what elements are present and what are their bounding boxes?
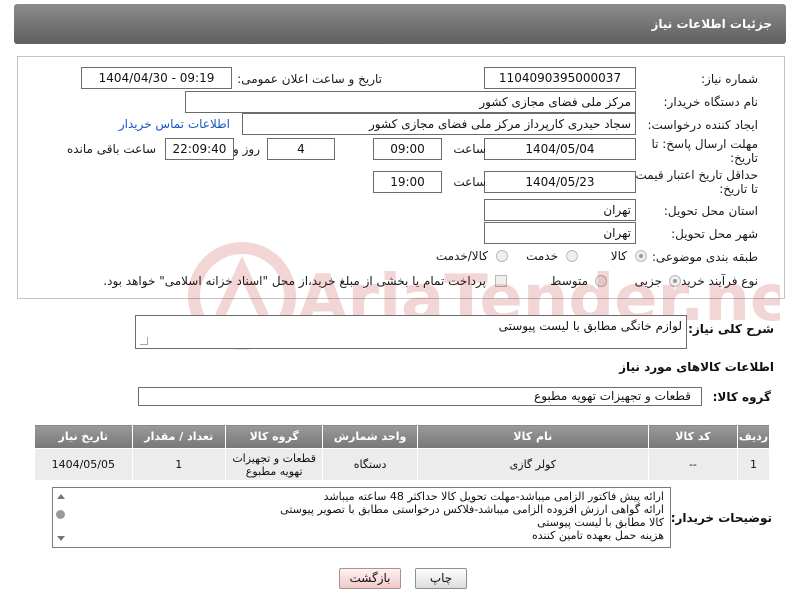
announce-date-label: تاریخ و ساعت اعلان عمومی:: [237, 72, 382, 86]
goods-table: ردیف کد کالا نام کالا واحد شمارش گروه کا…: [34, 424, 771, 481]
process-radio-minor[interactable]: [669, 275, 681, 287]
treasury-payment-note: پرداخت تمام یا بخشی از مبلغ خرید،از محل …: [103, 274, 486, 288]
days-label: روز و: [233, 142, 260, 156]
category-label: طبقه بندی موضوعی:: [651, 250, 758, 264]
page-header: جزئیات اطلاعات نیاز: [14, 4, 786, 44]
province-field: تهران: [484, 199, 636, 221]
announce-date-field: 1404/04/30 - 09:19: [81, 67, 232, 89]
buyer-note-line: ارائه پیش فاکتور الزامی میباشد-مهلت تحوی…: [323, 490, 664, 503]
process-option-medium: متوسط: [550, 274, 588, 288]
col-header-goods-group: گروه کالا: [224, 424, 324, 449]
col-header-goods-code: کد کالا: [647, 424, 738, 449]
validity-label-line2: تا تاریخ:: [719, 182, 758, 196]
buyer-notes-label: توضیحات خریدار:: [670, 511, 772, 525]
remaining-time-field: 22:09:40: [165, 138, 234, 160]
buyer-note-line: ارائه گواهی ارزش افزوده الزامی میباشد-فل…: [280, 503, 664, 516]
category-radio-service[interactable]: [566, 250, 578, 262]
requester-label: ایجاد کننده درخواست:: [647, 118, 758, 132]
buyer-org-field: مرکز ملی فضای مجازی کشور: [185, 91, 636, 113]
scroll-thumb[interactable]: [56, 510, 65, 519]
buyer-note-line: هزینه حمل بعهده تامین کننده: [531, 529, 664, 542]
scroll-down-arrow-icon[interactable]: [57, 536, 65, 541]
buyer-notes-field: ارائه پیش فاکتور الزامی میباشد-مهلت تحوی…: [52, 487, 671, 548]
treasury-payment-checkbox[interactable]: [495, 275, 507, 287]
col-header-unit: واحد شمارش: [322, 424, 418, 449]
buyer-org-label: نام دستگاه خریدار:: [663, 95, 759, 109]
buyer-contact-link[interactable]: اطلاعات تماس خریدار: [119, 117, 230, 131]
province-label: استان محل تحویل:: [663, 204, 758, 218]
requester-field: سجاد حیدری کارپرداز مرکز ملی فضای مجازی …: [242, 113, 636, 135]
table-header-row: ردیف کد کالا نام کالا واحد شمارش گروه کا…: [34, 424, 771, 449]
process-option-minor: جزیی: [634, 274, 662, 288]
cell-quantity: 1: [131, 448, 226, 481]
cell-goods-code: --: [647, 448, 738, 481]
col-header-need-date: تاریخ نیاز: [34, 424, 133, 449]
validity-time-field: 19:00: [373, 171, 442, 193]
category-radio-goods[interactable]: [635, 250, 647, 262]
goods-info-title: اطلاعات کالاهای مورد نیاز: [619, 360, 774, 374]
deadline-date-field: 1404/05/04: [484, 138, 636, 160]
cell-unit: دستگاه: [322, 448, 418, 481]
cell-row-number: 1: [736, 448, 771, 481]
table-row: 1 -- کولر گازی دستگاه قطعات و تجهیزات ته…: [34, 448, 771, 481]
category-radio-goods-service[interactable]: [496, 250, 508, 262]
description-resize-grip[interactable]: [140, 337, 148, 345]
description-field: لوازم خانگی مطابق با لیست پیوستی: [135, 315, 687, 349]
deadline-time-field: 09:00: [373, 138, 442, 160]
validity-label-line1: حداقل تاریخ اعتبار قیمت:: [631, 168, 758, 182]
deadline-label-line1: مهلت ارسال پاسخ: تا: [651, 137, 758, 151]
need-details-panel: شماره نیاز: 1104090395000037 تاریخ و ساع…: [17, 56, 785, 299]
description-label: شرح کلی نیاز:: [688, 322, 774, 336]
col-header-goods-name: نام کالا: [416, 424, 649, 449]
process-radio-medium[interactable]: [595, 275, 607, 287]
buyer-note-line: کالا مطابق با لیست پیوستی: [537, 516, 664, 529]
deadline-time-label: ساعت: [453, 142, 486, 156]
goods-group-field: قطعات و تجهیزات تهویه مطبوع: [138, 387, 702, 406]
validity-date-field: 1404/05/23: [484, 171, 636, 193]
deadline-label-line2: تاریخ:: [730, 151, 758, 165]
cell-need-date: 1404/05/05: [34, 448, 133, 481]
process-type-label: نوع فرآیند خرید :: [673, 274, 758, 288]
scroll-up-arrow-icon[interactable]: [57, 494, 65, 499]
category-option-goods: کالا: [610, 249, 627, 263]
back-button[interactable]: بازگشت: [339, 568, 401, 589]
buyer-notes-scrollbar[interactable]: [53, 488, 69, 547]
cell-goods-group: قطعات و تجهیزات تهویه مطبوع: [224, 448, 324, 481]
page-title: جزئیات اطلاعات نیاز: [651, 17, 772, 31]
validity-time-label: ساعت: [453, 175, 486, 189]
col-header-row-number: ردیف: [736, 424, 771, 449]
cell-goods-name: کولر گازی: [416, 448, 649, 481]
remaining-days-field: 4: [267, 138, 335, 160]
city-field: تهران: [484, 222, 636, 244]
print-button[interactable]: چاپ: [415, 568, 467, 589]
col-header-quantity: تعداد / مقدار: [131, 424, 226, 449]
category-option-goods-service: کالا/خدمت: [435, 249, 488, 263]
need-number-label: شماره نیاز:: [701, 72, 758, 86]
goods-group-label: گروه کالا:: [712, 390, 771, 404]
remaining-time-label: ساعت باقی مانده: [66, 142, 156, 156]
category-option-service: خدمت: [526, 249, 558, 263]
city-label: شهر محل تحویل:: [671, 227, 758, 241]
need-number-field: 1104090395000037: [484, 67, 636, 89]
